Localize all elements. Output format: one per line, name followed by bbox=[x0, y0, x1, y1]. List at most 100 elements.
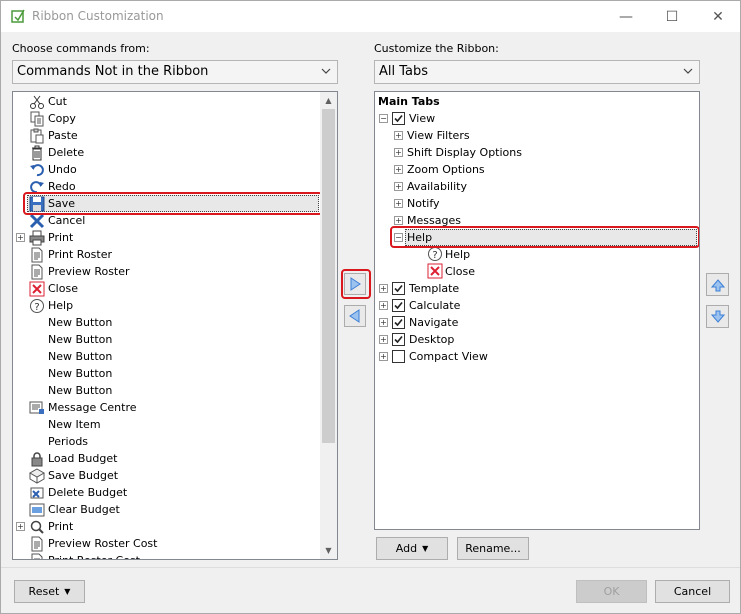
tab-checkbox[interactable] bbox=[392, 112, 405, 125]
command-list-item[interactable]: Load Budget bbox=[13, 450, 317, 467]
blank-icon bbox=[29, 417, 45, 433]
command-list-item[interactable]: + Print bbox=[13, 518, 317, 535]
expand-icon[interactable]: + bbox=[394, 148, 403, 157]
tree-item-label: Shift Display Options bbox=[407, 146, 522, 159]
rename-button[interactable]: Rename... bbox=[457, 537, 529, 560]
minimize-button[interactable]: — bbox=[603, 1, 649, 32]
expand-icon[interactable]: + bbox=[394, 182, 403, 191]
command-label: Preview Roster bbox=[48, 265, 130, 278]
tab-checkbox[interactable] bbox=[392, 316, 405, 329]
ribbon-tree-item[interactable]: + Desktop bbox=[375, 331, 697, 348]
command-list-item[interactable]: Cut bbox=[13, 93, 317, 110]
check-icon bbox=[394, 284, 403, 293]
ribbon-tree-item[interactable]: + Compact View bbox=[375, 348, 697, 365]
dropdown-arrow-icon: ▼ bbox=[422, 544, 429, 553]
expand-icon[interactable]: + bbox=[394, 216, 403, 225]
command-list-item[interactable]: Clear Budget bbox=[13, 501, 317, 518]
arrow-up-icon bbox=[710, 278, 725, 291]
command-list-item[interactable]: Periods bbox=[13, 433, 317, 450]
expand-icon[interactable]: + bbox=[16, 233, 25, 242]
command-list-item[interactable]: + Print bbox=[13, 229, 317, 246]
tab-checkbox[interactable] bbox=[392, 350, 405, 363]
command-list-item[interactable]: ? Help bbox=[13, 297, 317, 314]
tree-item-label: Help bbox=[445, 248, 471, 261]
command-list-item[interactable]: Paste bbox=[13, 127, 317, 144]
command-list-item[interactable]: Close bbox=[13, 280, 317, 297]
command-label: Undo bbox=[48, 163, 77, 176]
close-window-button[interactable]: ✕ bbox=[695, 1, 741, 32]
customize-ribbon-combo[interactable]: All Tabs bbox=[374, 60, 700, 84]
command-list-item[interactable]: Undo bbox=[13, 161, 317, 178]
ribbon-tree[interactable]: Main Tabs − View + View Filters + Shift Displ… bbox=[374, 91, 700, 530]
move-up-button[interactable] bbox=[706, 273, 729, 296]
ribbon-tree-item[interactable]: + Zoom Options bbox=[375, 161, 697, 178]
commands-list[interactable]: Cut Copy Paste Delete Undo Redo Save Cancel + Pri… bbox=[12, 91, 338, 560]
tab-checkbox[interactable] bbox=[392, 282, 405, 295]
scroll-down-button[interactable]: ▼ bbox=[320, 542, 337, 559]
tab-checkbox[interactable] bbox=[392, 299, 405, 312]
command-label: New Button bbox=[48, 384, 113, 397]
title-bar: Ribbon Customization — ☐ ✕ bbox=[1, 1, 740, 32]
expand-icon[interactable]: + bbox=[394, 199, 403, 208]
command-label: New Button bbox=[48, 367, 113, 380]
ribbon-tree-item[interactable]: − View bbox=[375, 110, 697, 127]
add-new-button[interactable]: Add ▼ bbox=[376, 537, 448, 560]
expand-icon[interactable]: + bbox=[394, 165, 403, 174]
cancel-button[interactable]: Cancel bbox=[655, 580, 730, 603]
command-list-item[interactable]: Delete Budget bbox=[13, 484, 317, 501]
command-list-item[interactable]: New Button bbox=[13, 348, 317, 365]
command-label: Save Budget bbox=[48, 469, 119, 482]
document-icon bbox=[29, 536, 45, 552]
ribbon-tree-item[interactable]: + Availability bbox=[375, 178, 697, 195]
ribbon-tree-item[interactable]: + Shift Display Options bbox=[375, 144, 697, 161]
ribbon-tree-item[interactable]: + Template bbox=[375, 280, 697, 297]
command-list-item[interactable]: New Button bbox=[13, 382, 317, 399]
expand-icon[interactable]: + bbox=[379, 301, 388, 310]
collapse-icon[interactable]: − bbox=[379, 114, 388, 123]
expand-icon[interactable]: + bbox=[379, 335, 388, 344]
move-down-button[interactable] bbox=[706, 305, 729, 328]
command-list-item[interactable]: New Button bbox=[13, 331, 317, 348]
command-label: Copy bbox=[48, 112, 76, 125]
arrow-down-icon bbox=[710, 310, 725, 323]
ribbon-tree-item[interactable]: + Notify bbox=[375, 195, 697, 212]
ribbon-tree-item[interactable]: + View Filters bbox=[375, 127, 697, 144]
scroll-thumb[interactable] bbox=[322, 109, 335, 443]
scroll-up-button[interactable]: ▲ bbox=[320, 92, 337, 109]
check-icon bbox=[394, 301, 403, 310]
expand-icon[interactable]: + bbox=[379, 318, 388, 327]
svg-text:?: ? bbox=[432, 250, 437, 261]
tree-item-label: Calculate bbox=[409, 299, 461, 312]
ribbon-tree-item[interactable]: Close bbox=[375, 263, 697, 280]
document-icon bbox=[29, 553, 45, 559]
expand-icon[interactable]: + bbox=[16, 522, 25, 531]
command-list-item[interactable]: Preview Roster Cost bbox=[13, 535, 317, 552]
remove-from-ribbon-button[interactable] bbox=[344, 305, 366, 327]
maximize-button[interactable]: ☐ bbox=[649, 1, 695, 32]
command-list-item[interactable]: Preview Roster bbox=[13, 263, 317, 280]
command-list-item[interactable]: Save Budget bbox=[13, 467, 317, 484]
command-list-item[interactable]: New Button bbox=[13, 314, 317, 331]
expand-icon[interactable]: + bbox=[379, 284, 388, 293]
ribbon-tree-item[interactable]: + Navigate bbox=[375, 314, 697, 331]
command-list-item[interactable]: Delete bbox=[13, 144, 317, 161]
command-list-item[interactable]: New Item bbox=[13, 416, 317, 433]
command-list-item[interactable]: Message Centre bbox=[13, 399, 317, 416]
command-label: New Button bbox=[48, 333, 113, 346]
tab-checkbox[interactable] bbox=[392, 333, 405, 346]
ribbon-tree-item[interactable]: + Calculate bbox=[375, 297, 697, 314]
command-label: Print Roster Cost bbox=[47, 554, 140, 559]
choose-commands-combo[interactable]: Commands Not in the Ribbon bbox=[12, 60, 338, 84]
command-list-item[interactable]: Print Roster bbox=[13, 246, 317, 263]
command-list-item[interactable]: Print Roster Cost bbox=[13, 552, 317, 559]
reset-button[interactable]: Reset ▼ bbox=[14, 580, 85, 603]
ribbon-tree-item[interactable]: ? Help bbox=[375, 246, 697, 263]
command-list-item[interactable]: Copy bbox=[13, 110, 317, 127]
document-icon bbox=[29, 247, 45, 263]
expand-icon[interactable]: + bbox=[379, 352, 388, 361]
ok-button[interactable]: OK bbox=[576, 580, 647, 603]
commands-list-scrollbar[interactable]: ▲ ▼ bbox=[320, 92, 337, 559]
expand-icon[interactable]: + bbox=[394, 131, 403, 140]
check-icon bbox=[394, 335, 403, 344]
command-list-item[interactable]: New Button bbox=[13, 365, 317, 382]
